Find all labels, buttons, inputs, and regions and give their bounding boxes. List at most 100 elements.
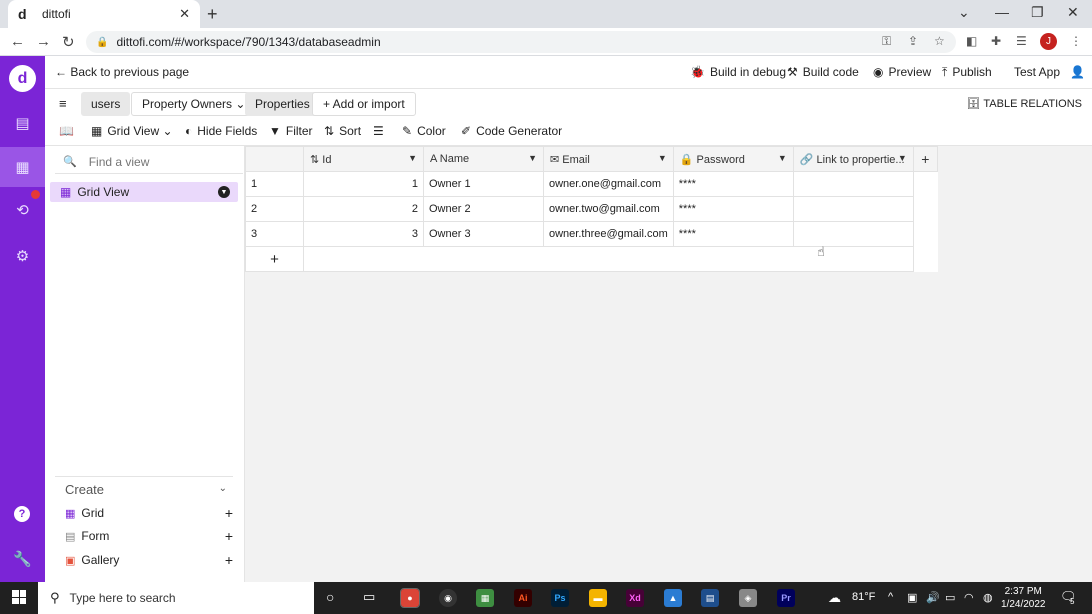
cell-link[interactable]: [792, 196, 914, 222]
build-code-button[interactable]: ⚒ Build code: [787, 65, 859, 79]
tab-close-icon[interactable]: ✕: [179, 6, 190, 22]
integrations-icon[interactable]: ⚙: [0, 236, 45, 276]
cell-id[interactable]: 1: [303, 171, 424, 197]
chevron-down-icon[interactable]: ▼: [528, 153, 537, 163]
publish-button[interactable]: ⤒ Publish: [942, 65, 992, 80]
back-to-previous-page-link[interactable]: ← Back to previous page: [55, 65, 189, 79]
create-gallery-view[interactable]: ▣ Gallery +: [65, 550, 233, 570]
chevron-down-icon[interactable]: ▼: [778, 153, 787, 163]
cortana-icon[interactable]: ○: [326, 589, 334, 605]
cell-id[interactable]: 2: [303, 196, 424, 222]
create-form-view[interactable]: ▤ Form +: [65, 526, 233, 546]
preview-button[interactable]: ◉ Preview: [873, 65, 931, 79]
share-icon[interactable]: ⇪: [908, 34, 918, 48]
column-header-name[interactable]: A Name ▼: [423, 146, 544, 172]
column-header-id[interactable]: ⇅ Id ▼: [303, 146, 424, 172]
find-view-input[interactable]: [88, 154, 229, 169]
column-header-link[interactable]: 🔗 Link to propertie... ▼: [792, 146, 914, 172]
photoshop-icon[interactable]: Ps: [551, 589, 569, 607]
key-icon[interactable]: ⚿: [882, 34, 891, 49]
cell-name[interactable]: Owner 3: [423, 221, 544, 247]
url-field[interactable]: 🔒 dittofi.com/#/workspace/790/1343/datab…: [86, 31, 956, 53]
settings-wrench-icon[interactable]: 🔧: [0, 539, 45, 579]
chevron-down-icon[interactable]: ▼: [658, 153, 667, 163]
reading-list-icon[interactable]: ☰: [1016, 34, 1027, 48]
book-icon[interactable]: 📖: [59, 124, 74, 138]
back-arrow-icon[interactable]: ←: [10, 33, 25, 50]
extension-icon[interactable]: ◧: [966, 34, 977, 48]
star-icon[interactable]: ☆: [934, 34, 945, 48]
taskbar-search[interactable]: ⚲ Type here to search: [38, 582, 314, 614]
create-section-header[interactable]: Create ⌄: [55, 476, 233, 502]
cell-password[interactable]: ****: [672, 171, 794, 197]
build-in-debug-button[interactable]: 🐞 Build in debug: [690, 65, 786, 79]
browser-menu-icon[interactable]: ⋮: [1070, 34, 1082, 48]
plus-icon[interactable]: +: [225, 552, 233, 568]
reload-icon[interactable]: ↻: [62, 33, 75, 51]
obs-icon[interactable]: ◉: [439, 589, 457, 607]
system-clock[interactable]: 2:37 PM 1/24/2022: [1001, 585, 1046, 611]
close-window-icon[interactable]: ✕: [1067, 4, 1079, 21]
illustrator-icon[interactable]: Ai: [514, 589, 532, 607]
xd-icon[interactable]: Xd: [626, 589, 644, 607]
cell-id[interactable]: 3: [303, 221, 424, 247]
create-grid-view[interactable]: ▦ Grid +: [65, 503, 233, 523]
task-view-icon[interactable]: ▭: [363, 589, 375, 605]
add-row-plus-icon[interactable]: +: [245, 246, 304, 272]
filter-button[interactable]: ▼ Filter: [269, 124, 313, 138]
table-row[interactable]: 2 2 Owner 2 owner.two@gmail.com ****: [245, 196, 938, 222]
cell-name[interactable]: Owner 2: [423, 196, 544, 222]
photos-icon[interactable]: ▲: [664, 589, 682, 607]
chevron-down-icon[interactable]: ▼: [898, 153, 907, 163]
profile-avatar[interactable]: J: [1040, 33, 1057, 50]
column-header-password[interactable]: 🔒 Password ▼: [672, 146, 794, 172]
chevron-up-icon[interactable]: ^: [888, 591, 893, 603]
windows-start-icon[interactable]: [12, 590, 26, 604]
restore-icon[interactable]: ❐: [1031, 4, 1044, 21]
hamburger-menu-icon[interactable]: ≡: [59, 96, 67, 111]
app-icon[interactable]: ◈: [739, 589, 757, 607]
cell-email[interactable]: owner.three@gmail.com: [543, 221, 674, 247]
help-icon[interactable]: ?: [14, 506, 30, 522]
network-icon[interactable]: ◍: [983, 591, 993, 604]
file-explorer-icon[interactable]: ▬: [589, 589, 607, 607]
weather-cloud-icon[interactable]: ☁: [828, 590, 841, 606]
weather-temperature[interactable]: 81°F: [852, 591, 875, 603]
add-row[interactable]: +: [245, 246, 938, 272]
pages-icon[interactable]: ▤: [0, 103, 45, 143]
table-row[interactable]: 3 3 Owner 3 owner.three@gmail.com ****: [245, 221, 938, 247]
cell-link[interactable]: [792, 221, 914, 247]
meet-icon[interactable]: ▣: [907, 591, 917, 604]
table-row[interactable]: 1 1 Owner 1 owner.one@gmail.com ****: [245, 171, 938, 197]
cell-link[interactable]: [792, 171, 914, 197]
chrome-icon[interactable]: ●: [400, 588, 420, 608]
puzzle-icon[interactable]: ✚: [991, 34, 1001, 48]
hide-fields-button[interactable]: ◐ Hide Fields: [185, 124, 257, 138]
new-tab-icon[interactable]: +: [207, 4, 218, 25]
cell-password[interactable]: ****: [672, 196, 794, 222]
volume-icon[interactable]: 🔊: [926, 591, 940, 604]
forward-arrow-icon[interactable]: →: [36, 33, 51, 50]
chevron-down-icon[interactable]: ▼: [218, 186, 230, 198]
user-icon[interactable]: 👤: [1070, 65, 1085, 79]
cell-name[interactable]: Owner 1: [423, 171, 544, 197]
dittofi-logo[interactable]: d: [9, 65, 36, 92]
app-name-button[interactable]: Test App: [1014, 65, 1060, 79]
grid-view-dropdown[interactable]: ▦ Grid View ⌄: [91, 124, 173, 138]
code-generator-button[interactable]: ✐ Code Generator: [461, 124, 562, 138]
wifi-icon[interactable]: ◠: [964, 591, 974, 604]
cell-password[interactable]: ****: [672, 221, 794, 247]
cell-email[interactable]: owner.two@gmail.com: [543, 196, 674, 222]
sheets-icon[interactable]: ▦: [476, 589, 494, 607]
add-column-button[interactable]: +: [912, 146, 938, 172]
sort-button[interactable]: ⇅ Sort: [324, 124, 361, 138]
document-icon[interactable]: ▤: [701, 589, 719, 607]
tab-users[interactable]: users: [81, 92, 131, 116]
color-button[interactable]: ✎ Color: [402, 124, 446, 138]
tab-search-icon[interactable]: ⌄: [958, 4, 970, 21]
battery-icon[interactable]: ▭: [945, 591, 955, 604]
view-grid-view[interactable]: ▦ Grid View ▼: [50, 182, 238, 202]
chevron-down-icon[interactable]: ▼: [408, 153, 417, 163]
table-relations-button[interactable]: 🗄 TABLE RELATIONS: [967, 97, 1082, 110]
premiere-icon[interactable]: Pr: [777, 589, 795, 607]
